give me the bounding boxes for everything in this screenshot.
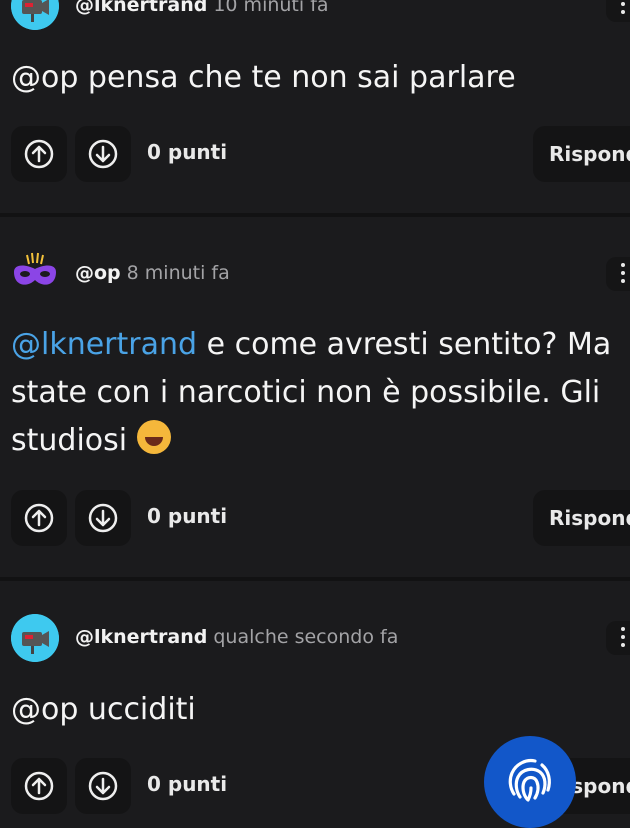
comment-points: 0 punti: [147, 772, 228, 796]
user-mention[interactable]: @lknertrand: [11, 327, 197, 362]
comment-timestamp: qualche secondo fa: [213, 626, 399, 648]
comment-username[interactable]: @lknertrand qualche secondo fa: [75, 626, 398, 648]
downvote-button[interactable]: [75, 126, 131, 182]
arrow-up-circle-icon: [24, 771, 54, 801]
upvote-button[interactable]: [11, 758, 67, 814]
comment-menu-button[interactable]: [606, 621, 630, 655]
upvote-button[interactable]: [11, 490, 67, 546]
downvote-button[interactable]: [75, 758, 131, 814]
user-avatar[interactable]: [11, 0, 59, 30]
comment-username[interactable]: @op 8 minuti fa: [75, 262, 230, 284]
rolling-on-floor-laughing-emoji: [136, 420, 171, 454]
downvote-button[interactable]: [75, 490, 131, 546]
comment-body: @op pensa che te non sai parlare: [11, 60, 516, 95]
carnival-mask-icon: [14, 252, 56, 285]
arrow-down-circle-icon: [88, 503, 118, 533]
comment-menu-button[interactable]: [606, 257, 630, 291]
upvote-button[interactable]: [11, 126, 67, 182]
divider: [0, 577, 630, 581]
arrow-up-circle-icon: [24, 503, 54, 533]
arrow-down-circle-icon: [88, 771, 118, 801]
comment-points: 0 punti: [147, 140, 228, 164]
fingerprint-fab-button[interactable]: [484, 736, 576, 828]
reply-button[interactable]: Rispondi: [533, 490, 630, 546]
user-avatar[interactable]: [11, 614, 59, 662]
reply-button[interactable]: Rispondi: [533, 126, 630, 182]
user-avatar[interactable]: [11, 250, 59, 298]
divider: [0, 213, 630, 217]
comment-body: @lknertrand e come avresti sentito? Ma s…: [11, 327, 612, 458]
fingerprint-icon: [508, 758, 551, 802]
comment-points: 0 punti: [147, 504, 228, 528]
video-camera-icon: [11, 614, 59, 662]
comment-timestamp: 8 minuti fa: [126, 262, 230, 284]
comment-body: @op ucciditi: [11, 692, 196, 727]
arrow-down-circle-icon: [88, 139, 118, 169]
comment-timestamp: 10 minuti fa: [213, 0, 329, 16]
video-camera-icon: [11, 0, 59, 30]
comment-menu-button[interactable]: [606, 0, 630, 22]
arrow-up-circle-icon: [24, 139, 54, 169]
comment-username[interactable]: @lknertrand 10 minuti fa: [75, 0, 329, 16]
